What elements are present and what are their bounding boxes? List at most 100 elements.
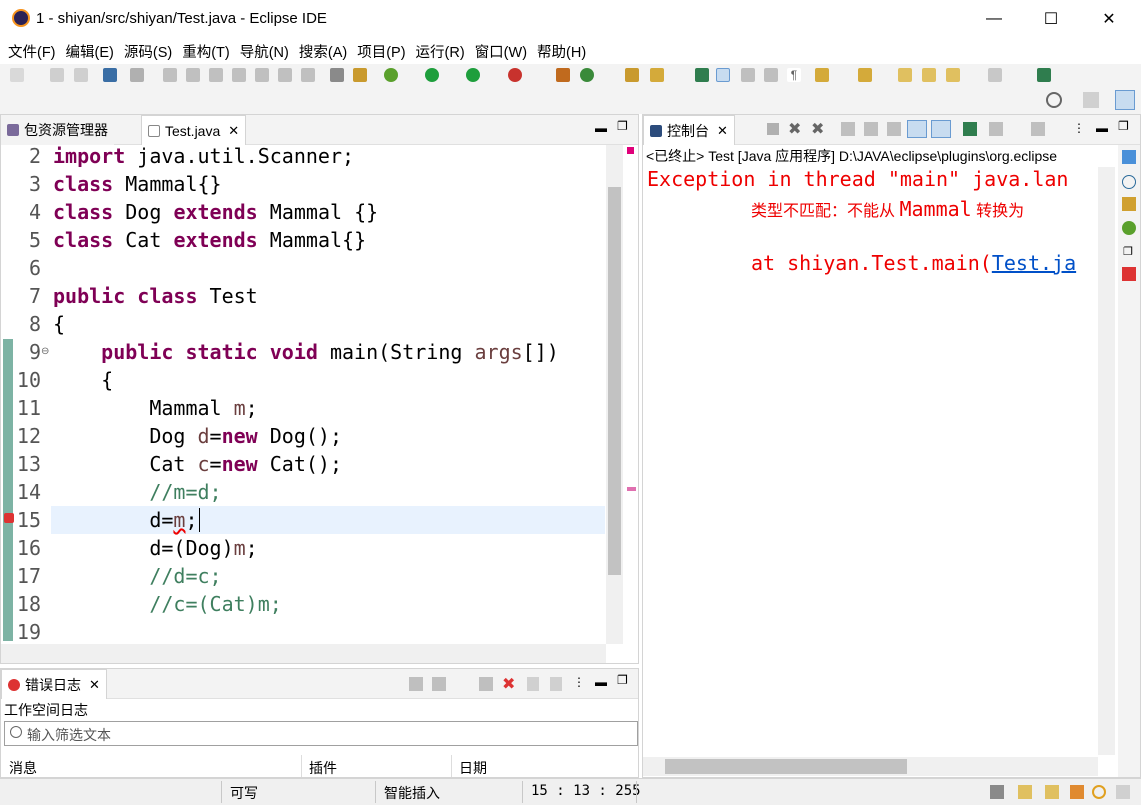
new-java-project-icon[interactable] <box>556 68 570 82</box>
last-edit-icon[interactable] <box>898 68 912 82</box>
save-icon[interactable] <box>50 68 64 82</box>
run-external-tool-icon[interactable] <box>508 68 522 82</box>
fold-toggle-icon[interactable]: ⊖ <box>41 346 49 357</box>
terminate-icon[interactable] <box>209 68 223 82</box>
search-tool-icon[interactable] <box>650 68 664 82</box>
close-tab-icon[interactable]: ✕ <box>717 123 728 139</box>
tab-console[interactable]: 控制台 ✕ <box>643 115 735 145</box>
show-whitespace-icon[interactable] <box>764 68 778 82</box>
tab-package-explorer[interactable]: 包资源管理器 <box>1 115 114 145</box>
show-console-stdout-icon[interactable] <box>907 120 927 138</box>
next-annotation-icon[interactable] <box>815 68 829 82</box>
code-line[interactable]: public class Test <box>53 284 258 308</box>
code-line[interactable]: class Mammal{} <box>53 172 222 196</box>
minimize-view-icon[interactable]: ▬ <box>1096 121 1108 135</box>
code-line[interactable]: //d=c; <box>53 564 221 588</box>
forward-arrow-icon[interactable] <box>988 68 1002 82</box>
restore-icon[interactable]: ❐ <box>1123 245 1133 258</box>
editor-vertical-scrollbar[interactable] <box>606 145 623 644</box>
step-into-icon[interactable] <box>255 68 269 82</box>
new-icon[interactable] <box>10 68 24 82</box>
menu-navigate[interactable]: 导航(N) <box>240 41 289 62</box>
outline-icon[interactable] <box>1122 150 1136 164</box>
progress-icon[interactable] <box>1070 785 1084 799</box>
editor-horizontal-scrollbar[interactable] <box>1 644 606 663</box>
code-line[interactable]: public static void main(String args[]) <box>53 340 559 364</box>
code-line[interactable]: //m=d; <box>53 480 221 504</box>
search-icon[interactable] <box>1046 92 1062 108</box>
open-type-icon[interactable] <box>625 68 639 82</box>
run-icon[interactable] <box>425 68 439 82</box>
close-window-button[interactable]: ✕ <box>1080 0 1138 38</box>
java-perspective-icon[interactable] <box>1115 90 1135 110</box>
open-console-icon[interactable] <box>1031 122 1045 136</box>
console-output[interactable]: Exception in thread "main" java.lan 类型不匹… <box>643 167 1098 367</box>
code-line-error[interactable]: d=m; <box>53 508 200 532</box>
column-date[interactable]: 日期 <box>459 758 487 778</box>
menu-file[interactable]: 文件(F) <box>8 41 56 62</box>
menu-run[interactable]: 运行(R) <box>416 41 465 62</box>
tab-error-log[interactable]: 错误日志 ✕ <box>1 669 107 699</box>
export-log-icon[interactable] <box>409 677 423 691</box>
import-log-icon[interactable] <box>432 677 446 691</box>
coverage-icon[interactable] <box>466 68 480 82</box>
code-line[interactable]: Dog d=new Dog(); <box>53 424 342 448</box>
step-over-icon[interactable] <box>278 68 292 82</box>
code-line[interactable]: { <box>53 368 113 392</box>
bookmark-icon[interactable] <box>1018 785 1032 799</box>
save-all-icon[interactable] <box>74 68 88 82</box>
view-menu-icon[interactable]: ⋮ <box>1073 121 1085 135</box>
scrollbar-thumb[interactable] <box>665 759 907 774</box>
disconnect-icon[interactable] <box>232 68 246 82</box>
close-tab-icon[interactable]: ✕ <box>89 677 100 693</box>
restore-log-icon[interactable] <box>550 677 562 691</box>
back-arrow-icon[interactable] <box>946 68 960 82</box>
pin-editor-icon[interactable] <box>1037 68 1051 82</box>
annotation-icon[interactable] <box>695 68 709 82</box>
filter-input[interactable]: 输入筛选文本 <box>4 721 638 746</box>
tab-test-java[interactable]: Test.java ✕ <box>141 115 247 145</box>
clear-console-icon[interactable] <box>841 122 855 136</box>
minimize-view-icon[interactable]: ▬ <box>595 675 607 689</box>
declaration-icon[interactable] <box>1122 197 1136 211</box>
code-line[interactable]: d=(Dog)m; <box>53 536 257 560</box>
mark-occurrences-icon[interactable] <box>716 68 730 82</box>
block-selection-icon[interactable] <box>741 68 755 82</box>
quick-access-icon[interactable] <box>990 785 1004 799</box>
menu-source[interactable]: 源码(S) <box>124 41 172 62</box>
suspend-icon[interactable] <box>186 68 200 82</box>
clear-log-icon[interactable] <box>479 677 493 691</box>
view-menu-icon[interactable]: ⋮ <box>573 675 585 689</box>
column-plugin[interactable]: 插件 <box>309 758 337 778</box>
back-icon[interactable] <box>922 68 936 82</box>
drop-to-frame-icon[interactable] <box>330 68 344 82</box>
status-insert-mode[interactable]: 智能插入 <box>384 783 440 803</box>
open-log-icon[interactable] <box>527 677 539 691</box>
code-line[interactable]: Cat c=new Cat(); <box>53 452 342 476</box>
maximize-view-icon[interactable]: ❐ <box>617 119 628 133</box>
code-line[interactable]: import java.util.Scanner; <box>53 144 354 168</box>
close-tab-icon[interactable]: ✕ <box>228 123 239 139</box>
resume-icon[interactable] <box>163 68 177 82</box>
column-message[interactable]: 消息 <box>9 758 37 778</box>
terminate-icon[interactable] <box>767 123 779 135</box>
new-class-icon[interactable] <box>580 68 594 82</box>
skip-breakpoints-icon[interactable] <box>130 68 144 82</box>
show-console-stderr-icon[interactable] <box>931 120 951 138</box>
tip-icon[interactable] <box>1092 785 1106 799</box>
console-vertical-scrollbar[interactable] <box>1098 167 1115 755</box>
overview-error-marker[interactable] <box>627 147 634 154</box>
pilcrow-icon[interactable]: ¶ <box>787 68 801 82</box>
step-return-icon[interactable] <box>301 68 315 82</box>
problems-icon[interactable] <box>1122 267 1136 281</box>
code-line[interactable]: class Dog extends Mammal {} <box>53 200 378 224</box>
code-line[interactable]: class Cat extends Mammal{} <box>53 228 366 252</box>
terminal-icon[interactable] <box>103 68 117 82</box>
menu-search[interactable]: 搜索(A) <box>299 41 347 62</box>
menu-window[interactable]: 窗口(W) <box>475 41 527 62</box>
minimize-view-icon[interactable]: ▬ <box>595 121 607 135</box>
debug-view-icon[interactable] <box>1122 221 1136 235</box>
stack-trace-link[interactable]: Test.ja <box>992 251 1076 275</box>
debug-icon[interactable] <box>384 68 398 82</box>
code-line[interactable]: Mammal m; <box>53 396 257 420</box>
